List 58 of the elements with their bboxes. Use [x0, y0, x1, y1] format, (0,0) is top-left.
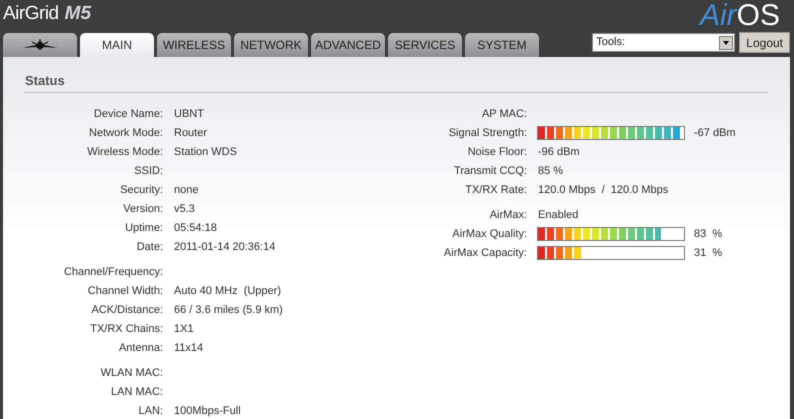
field-label: ACK/Distance:	[91, 304, 163, 316]
field-label: Channel Width:	[88, 284, 163, 297]
field-value: -96 dBm	[538, 144, 580, 160]
nav-tab[interactable]: MAIN	[80, 33, 154, 57]
field-value: Enabled	[538, 208, 578, 223]
field-value: 85 %	[538, 164, 564, 179]
field-value: none	[174, 182, 198, 198]
logout-button[interactable]: Logout	[739, 32, 790, 53]
nav-tab[interactable]: NETWORK	[234, 33, 308, 57]
field-label: Uptime:	[125, 222, 163, 234]
field-value: 1X1	[174, 322, 194, 337]
field-label: Signal Strength:	[448, 126, 527, 139]
field-value: 11x14	[174, 340, 204, 356]
field-value: v5.3	[174, 202, 195, 217]
field-value: Router	[174, 126, 208, 141]
meter-reading: 83 %	[694, 226, 722, 242]
tools-dropdown[interactable]: Tools:	[592, 33, 736, 52]
field-label: SSID:	[134, 164, 163, 177]
field-label: AirMax Quality:	[452, 228, 527, 240]
field-label: LAN:	[138, 404, 163, 417]
field-label: TX/RX Chains:	[90, 322, 163, 335]
field-value: 2011-01-14 20:36:14	[174, 240, 276, 255]
field-label: AirMax:	[490, 208, 527, 221]
section-title: Status	[25, 73, 65, 88]
os-logo: AirOS	[700, 0, 780, 32]
field-value: UBNT	[174, 106, 204, 122]
antenna-logo-icon	[22, 39, 58, 51]
field-label: Antenna:	[118, 342, 163, 354]
field-label: WLAN MAC:	[100, 366, 163, 379]
field-label: AirMax Capacity:	[444, 246, 527, 259]
nav-tab[interactable]: WIRELESS	[157, 33, 231, 57]
field-value: Auto 40 MHz (Upper)	[174, 284, 281, 299]
field-label: Network Mode:	[89, 126, 163, 139]
model-name: M5	[64, 3, 92, 25]
field-value: Station WDS	[174, 144, 237, 160]
field-label: Date:	[136, 240, 163, 253]
dropdown-caret-icon	[719, 36, 734, 50]
field-value: 100Mbps-Full	[174, 404, 241, 419]
home-tab[interactable]	[3, 33, 77, 57]
field-label: AP MAC:	[482, 108, 527, 120]
field-value: 66 / 3.6 miles (5.9 km)	[174, 302, 283, 318]
field-value: 120.0 Mbps / 120.0 Mbps	[538, 182, 668, 198]
field-label: Security:	[120, 184, 163, 196]
field-label: Device Name:	[94, 108, 163, 120]
field-value: 05:54:18	[174, 220, 217, 236]
field-label: Channel/Frequency:	[64, 266, 163, 278]
field-label: LAN MAC:	[111, 386, 163, 398]
nav-tab[interactable]: SERVICES	[388, 33, 462, 57]
field-label: Noise Floor:	[468, 146, 527, 158]
field-label: Wireless Mode:	[87, 146, 163, 158]
nav-tab[interactable]: SYSTEM	[465, 33, 539, 57]
nav-tab[interactable]: ADVANCED	[311, 33, 385, 57]
field-label: Transmit CCQ:	[454, 164, 527, 177]
meter-reading: -67 dBm	[694, 126, 736, 141]
field-label: Version:	[123, 202, 163, 215]
meter-reading: 31 %	[694, 246, 722, 261]
field-label: TX/RX Rate:	[465, 184, 527, 196]
product-name: AirGrid	[3, 3, 59, 25]
